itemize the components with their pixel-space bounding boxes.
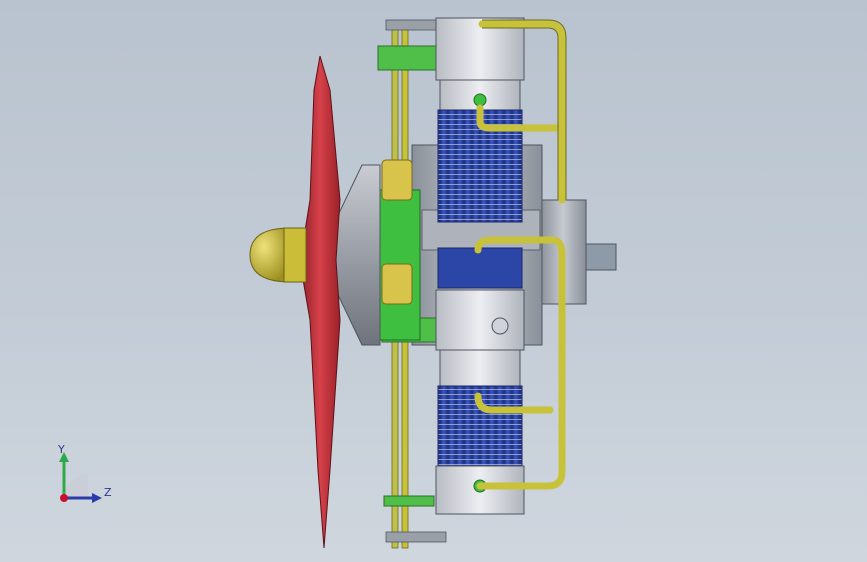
- coordinate-triad: Y Z: [50, 440, 120, 510]
- graphics-viewport[interactable]: Y Z: [0, 0, 867, 562]
- cylinder-lower: [435, 247, 525, 515]
- y-axis-label: Y: [58, 443, 65, 456]
- engine-model[interactable]: [0, 0, 867, 562]
- z-axis-label: Z: [104, 486, 112, 499]
- output-shaft: [539, 199, 617, 305]
- spinner-nose: [249, 227, 307, 283]
- propeller-blade: [299, 55, 341, 549]
